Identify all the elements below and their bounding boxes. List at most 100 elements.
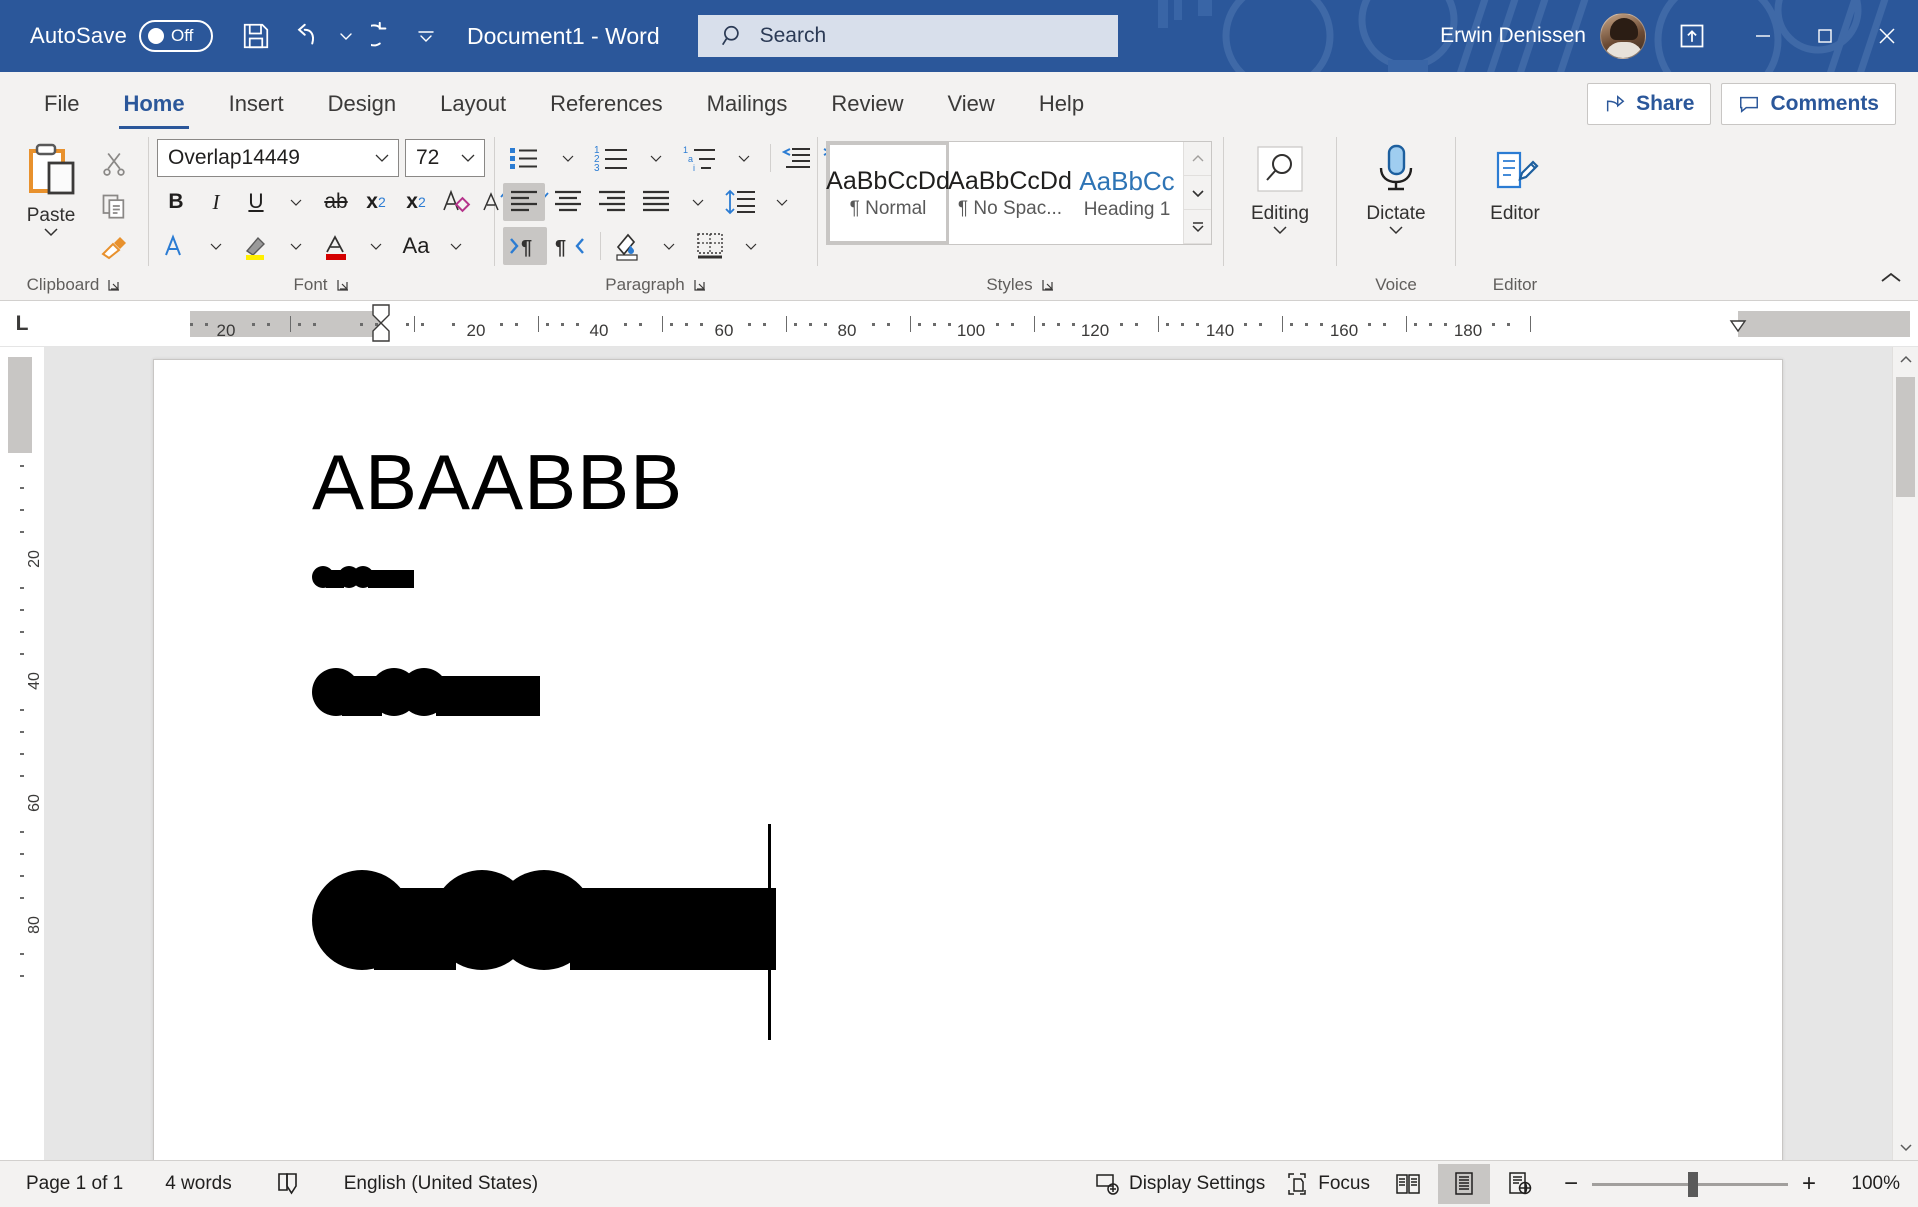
save-icon[interactable] xyxy=(233,14,279,58)
style-tile-no-spacing[interactable]: AaBbCcDd ¶ No Spac... xyxy=(949,142,1071,244)
align-left-icon[interactable] xyxy=(503,183,545,221)
vertical-ruler[interactable]: 20 40 60 80 xyxy=(0,347,44,1160)
highlight-dropdown[interactable] xyxy=(277,227,315,265)
collapse-ribbon-icon[interactable] xyxy=(1878,269,1904,292)
copy-icon[interactable] xyxy=(94,187,134,225)
editor-button[interactable]: Editor xyxy=(1472,139,1558,225)
subscript-button[interactable]: x2 xyxy=(357,183,395,221)
font-dialog-launcher[interactable] xyxy=(336,278,350,292)
tab-help[interactable]: Help xyxy=(1017,79,1106,129)
document-content[interactable]: ABAABBB xyxy=(312,440,1722,1032)
language-indicator[interactable]: English (United States) xyxy=(336,1169,546,1199)
customize-qat-icon[interactable] xyxy=(413,14,439,58)
shading-icon[interactable] xyxy=(608,227,648,265)
tab-review[interactable]: Review xyxy=(809,79,925,129)
scrollbar-thumb[interactable] xyxy=(1896,377,1915,497)
styles-more-button[interactable] xyxy=(1184,210,1211,244)
underline-dropdown[interactable] xyxy=(277,183,315,221)
maximize-button[interactable] xyxy=(1794,0,1856,72)
line-spacing-icon[interactable] xyxy=(719,183,761,221)
page-indicator[interactable]: Page 1 of 1 xyxy=(18,1169,131,1199)
autosave-toggle[interactable]: Off xyxy=(139,20,213,52)
font-size-combo[interactable]: 72 xyxy=(405,139,485,177)
autosave-control[interactable]: AutoSave Off xyxy=(30,20,213,52)
avatar[interactable] xyxy=(1600,13,1646,59)
font-color-icon[interactable] xyxy=(317,227,355,265)
view-read-mode[interactable] xyxy=(1382,1164,1434,1204)
tab-home[interactable]: Home xyxy=(101,79,206,129)
strikethrough-button[interactable]: ab xyxy=(317,183,355,221)
document-page[interactable]: ABAABBB xyxy=(153,359,1783,1160)
tab-view[interactable]: View xyxy=(926,79,1017,129)
share-button[interactable]: Share xyxy=(1587,83,1711,125)
bullets-dropdown[interactable] xyxy=(549,139,587,177)
styles-scroll-up[interactable] xyxy=(1184,142,1211,176)
alignment-dropdown[interactable] xyxy=(679,183,717,221)
dictate-button[interactable]: Dictate xyxy=(1353,139,1439,242)
borders-dropdown[interactable] xyxy=(732,227,770,265)
bold-button[interactable]: B xyxy=(157,183,195,221)
change-case-button[interactable]: Aa xyxy=(397,227,435,265)
chevron-down-icon[interactable] xyxy=(42,225,60,244)
tab-insert[interactable]: Insert xyxy=(207,79,306,129)
zoom-control[interactable]: − + 100% xyxy=(1564,1170,1900,1198)
text-effects-icon[interactable] xyxy=(157,227,195,265)
styles-scroll-down[interactable] xyxy=(1184,176,1211,210)
editing-button[interactable]: Editing xyxy=(1237,139,1323,242)
indent-marker-right[interactable] xyxy=(1728,319,1748,343)
chevron-down-icon[interactable] xyxy=(1387,223,1405,242)
scroll-up-arrow[interactable] xyxy=(1893,347,1918,373)
font-color-dropdown[interactable] xyxy=(357,227,395,265)
multilevel-list-dropdown[interactable] xyxy=(725,139,763,177)
align-right-icon[interactable] xyxy=(591,183,633,221)
style-tile-normal[interactable]: AaBbCcDd ¶ Normal xyxy=(827,142,949,244)
font-name-combo[interactable]: Overlap14449 xyxy=(157,139,399,177)
zoom-slider-thumb[interactable] xyxy=(1688,1172,1698,1197)
word-count[interactable]: 4 words xyxy=(157,1169,240,1199)
change-case-dropdown[interactable] xyxy=(437,227,475,265)
tab-file[interactable]: File xyxy=(22,79,101,129)
account-area[interactable]: Erwin Denissen xyxy=(1440,13,1646,59)
display-settings-button[interactable]: Display Settings xyxy=(1086,1167,1273,1201)
scroll-down-arrow[interactable] xyxy=(1893,1134,1918,1160)
numbering-dropdown[interactable] xyxy=(637,139,675,177)
zoom-in-button[interactable]: + xyxy=(1802,1170,1816,1198)
clear-formatting-icon[interactable] xyxy=(437,183,475,221)
styles-dialog-launcher[interactable] xyxy=(1041,278,1055,292)
vertical-scrollbar[interactable] xyxy=(1892,347,1918,1160)
redo-icon[interactable] xyxy=(363,14,409,58)
minimize-button[interactable] xyxy=(1732,0,1794,72)
text-effects-dropdown[interactable] xyxy=(197,227,235,265)
align-center-icon[interactable] xyxy=(547,183,589,221)
zoom-level[interactable]: 100% xyxy=(1830,1173,1900,1195)
rtl-text-direction-icon[interactable]: ¶ xyxy=(549,227,593,265)
tab-stop-selector[interactable]: L xyxy=(0,301,44,346)
line-spacing-dropdown[interactable] xyxy=(763,183,801,221)
view-print-layout[interactable] xyxy=(1438,1164,1490,1204)
numbering-icon[interactable]: 1 2 3 xyxy=(589,139,635,177)
tab-mailings[interactable]: Mailings xyxy=(685,79,810,129)
close-button[interactable] xyxy=(1856,0,1918,72)
undo-dropdown-icon[interactable] xyxy=(333,14,359,58)
underline-button[interactable]: U xyxy=(237,183,275,221)
tab-design[interactable]: Design xyxy=(306,79,418,129)
format-painter-icon[interactable] xyxy=(94,229,134,267)
superscript-button[interactable]: x2 xyxy=(397,183,435,221)
search-input[interactable]: Search xyxy=(698,15,1118,57)
zoom-slider-track[interactable] xyxy=(1592,1183,1788,1186)
decrease-indent-icon[interactable] xyxy=(778,139,816,177)
tab-references[interactable]: References xyxy=(528,79,685,129)
italic-button[interactable]: I xyxy=(197,183,235,221)
styles-gallery[interactable]: AaBbCcDd ¶ Normal AaBbCcDd ¶ No Spac... … xyxy=(826,141,1212,245)
indent-marker-left[interactable] xyxy=(370,303,392,345)
borders-icon[interactable] xyxy=(690,227,730,265)
undo-icon[interactable] xyxy=(283,14,329,58)
chevron-down-icon[interactable] xyxy=(1271,223,1289,242)
focus-button[interactable]: Focus xyxy=(1277,1167,1378,1201)
cut-icon[interactable] xyxy=(94,145,134,183)
proofing-status-icon[interactable] xyxy=(266,1166,310,1202)
comments-button[interactable]: Comments xyxy=(1721,83,1896,125)
style-tile-heading-1[interactable]: AaBbCc Heading 1 xyxy=(1071,142,1183,244)
ltr-text-direction-icon[interactable]: ¶ xyxy=(503,227,547,265)
shading-dropdown[interactable] xyxy=(650,227,688,265)
